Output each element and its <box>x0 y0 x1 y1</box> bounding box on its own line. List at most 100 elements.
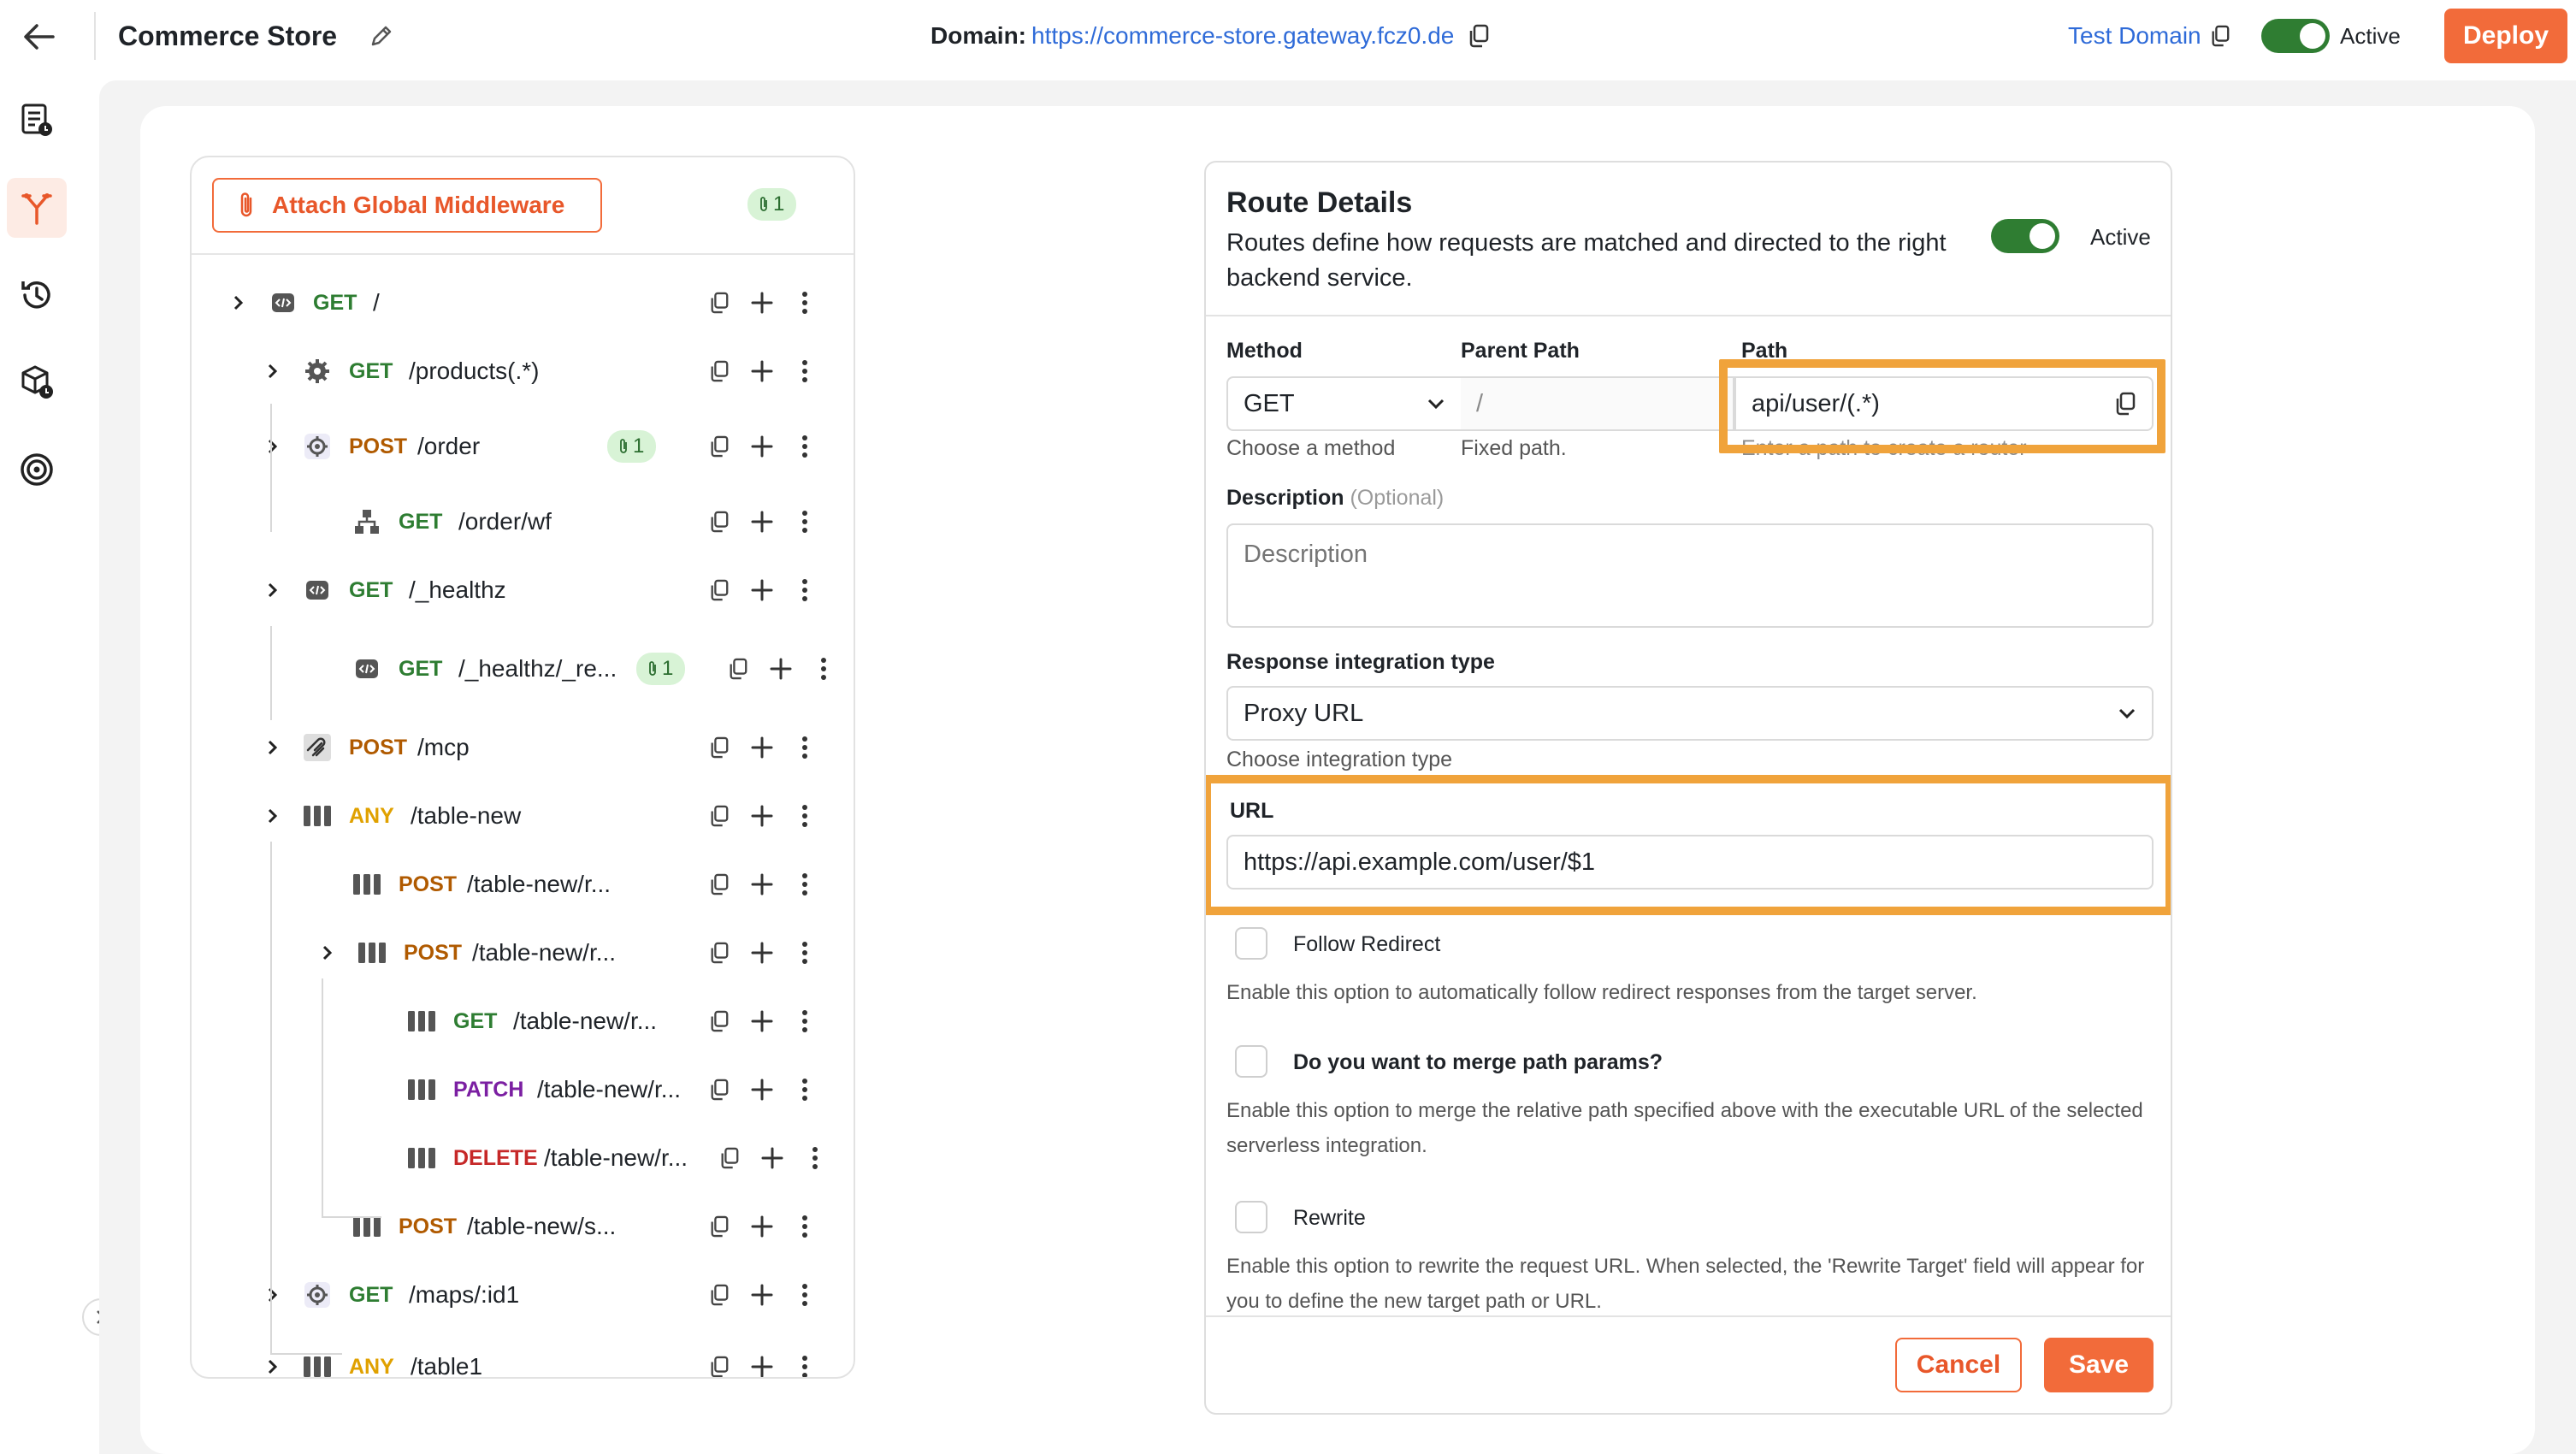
more-options-icon[interactable] <box>792 509 818 535</box>
domain-label: Domain: <box>931 22 1026 49</box>
rewrite-checkbox[interactable] <box>1235 1201 1267 1233</box>
copy-icon[interactable] <box>706 803 732 829</box>
integration-type-select[interactable]: Proxy URL <box>1226 686 2154 741</box>
add-icon[interactable] <box>749 940 775 966</box>
copy-icon[interactable] <box>706 358 732 384</box>
store-active-toggle[interactable] <box>2261 19 2330 53</box>
cancel-button[interactable]: Cancel <box>1895 1338 2022 1392</box>
chevron-right-icon[interactable] <box>260 735 286 760</box>
add-icon[interactable] <box>749 434 775 459</box>
add-icon[interactable] <box>759 1145 785 1171</box>
domain-url-link[interactable]: https://commerce-store.gateway.fcz0.de <box>1031 22 1454 50</box>
copy-icon[interactable] <box>706 1214 732 1239</box>
more-options-icon[interactable] <box>792 1214 818 1239</box>
tree-guide-line <box>270 626 272 720</box>
deploy-button[interactable]: Deploy <box>2444 9 2567 63</box>
route-method: DELETE <box>453 1146 538 1170</box>
code-icon <box>352 654 381 683</box>
method-select[interactable]: GET <box>1226 376 1462 431</box>
chevron-right-icon[interactable] <box>315 940 340 966</box>
copy-icon[interactable] <box>706 1077 732 1102</box>
copy-icon[interactable] <box>717 1145 742 1171</box>
more-options-icon[interactable] <box>802 1145 828 1171</box>
sidebar-item-analytics[interactable] <box>7 440 67 499</box>
sidebar-item-packages[interactable] <box>7 352 67 412</box>
more-options-icon[interactable] <box>811 656 836 682</box>
sidebar-item-logs[interactable] <box>7 91 67 151</box>
edit-pencil-icon[interactable] <box>368 22 395 50</box>
add-icon[interactable] <box>749 358 775 384</box>
test-domain-link[interactable]: Test Domain <box>2068 17 2230 55</box>
gear-outline-icon <box>303 1280 332 1309</box>
chevron-right-icon[interactable] <box>260 434 286 459</box>
add-icon[interactable] <box>749 1008 775 1034</box>
more-options-icon[interactable] <box>792 872 818 897</box>
copy-icon[interactable] <box>706 1282 732 1308</box>
more-options-icon[interactable] <box>792 1077 818 1102</box>
copy-icon[interactable] <box>725 656 751 682</box>
add-icon[interactable] <box>749 1354 775 1377</box>
copy-icon[interactable] <box>706 434 732 459</box>
tree-divider <box>192 253 854 255</box>
save-button[interactable]: Save <box>2044 1338 2154 1392</box>
add-icon[interactable] <box>749 509 775 535</box>
description-textarea[interactable] <box>1226 523 2154 628</box>
add-icon[interactable] <box>749 803 775 829</box>
attach-global-middleware-label: Attach Global Middleware <box>272 192 565 218</box>
route-method: GET <box>313 291 357 315</box>
add-icon[interactable] <box>749 577 775 603</box>
add-icon[interactable] <box>749 1077 775 1102</box>
copy-icon[interactable] <box>706 290 732 316</box>
route-details-subtitle: Routes define how requests are matched a… <box>1226 229 1947 292</box>
tree-guide-line <box>270 404 272 532</box>
copy-icon[interactable] <box>706 577 732 603</box>
chevron-right-icon[interactable] <box>226 290 251 316</box>
sidebar-item-history[interactable] <box>7 265 67 325</box>
more-options-icon[interactable] <box>792 735 818 760</box>
more-options-icon[interactable] <box>792 803 818 829</box>
follow-redirect-checkbox[interactable] <box>1235 927 1267 960</box>
route-method: POST <box>349 736 408 760</box>
chevron-right-icon[interactable] <box>260 577 286 603</box>
copy-icon[interactable] <box>706 1008 732 1034</box>
add-icon[interactable] <box>749 735 775 760</box>
add-icon[interactable] <box>749 872 775 897</box>
merge-path-params-label: Do you want to merge path params? <box>1293 1050 1663 1074</box>
route-details-panel: Route Details Routes define how requests… <box>1204 161 2172 1415</box>
copy-icon[interactable] <box>706 872 732 897</box>
copy-icon[interactable] <box>706 509 732 535</box>
more-options-icon[interactable] <box>792 1354 818 1377</box>
merge-path-params-checkbox[interactable] <box>1235 1045 1267 1078</box>
copy-icon[interactable] <box>706 1354 732 1377</box>
copy-icon[interactable] <box>2210 25 2230 47</box>
add-icon[interactable] <box>749 1282 775 1308</box>
merge-path-params-description: Enable this option to merge the relative… <box>1226 1099 2143 1157</box>
back-arrow-icon[interactable] <box>15 15 63 58</box>
chevron-right-icon[interactable] <box>260 1282 286 1308</box>
route-path: / <box>373 289 380 316</box>
route-path: /table-new <box>411 802 522 829</box>
chevron-right-icon[interactable] <box>260 358 286 384</box>
attach-global-middleware-button[interactable]: Attach Global Middleware <box>212 178 602 233</box>
copy-icon[interactable] <box>706 940 732 966</box>
more-options-icon[interactable] <box>792 290 818 316</box>
copy-icon[interactable] <box>706 735 732 760</box>
add-icon[interactable] <box>768 656 794 682</box>
add-icon[interactable] <box>749 1214 775 1239</box>
more-options-icon[interactable] <box>792 1008 818 1034</box>
route-method: POST <box>349 434 408 458</box>
more-options-icon[interactable] <box>792 577 818 603</box>
more-options-icon[interactable] <box>792 940 818 966</box>
chevron-right-icon[interactable] <box>260 803 286 829</box>
test-domain-label: Test Domain <box>2068 22 2201 49</box>
table-icon <box>407 1075 436 1104</box>
sidebar-item-routes[interactable] <box>7 178 67 238</box>
middleware-count: 1 <box>773 192 785 216</box>
more-options-icon[interactable] <box>792 358 818 384</box>
route-active-toggle[interactable] <box>1991 219 2059 253</box>
copy-icon[interactable] <box>1468 24 1490 48</box>
more-options-icon[interactable] <box>792 434 818 459</box>
chevron-right-icon[interactable] <box>260 1354 286 1377</box>
add-icon[interactable] <box>749 290 775 316</box>
more-options-icon[interactable] <box>792 1282 818 1308</box>
